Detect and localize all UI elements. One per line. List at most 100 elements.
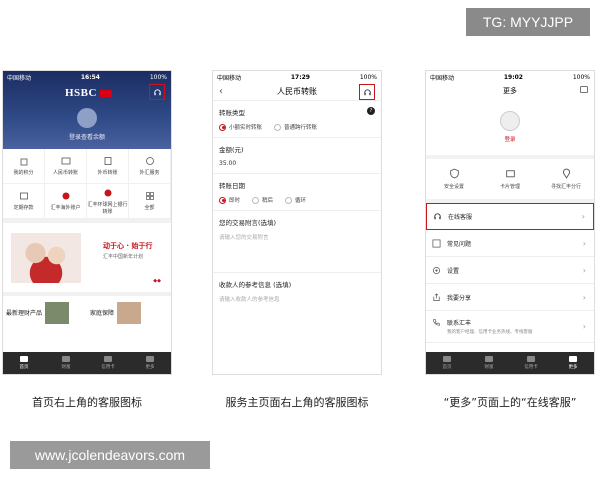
remark-input[interactable]: 请输入您的交易附言 xyxy=(219,233,375,241)
phone-more-screen: 中国移动 19:02 100% 更多 登录 安全设置 卡片管理 寻找汇丰分行 在… xyxy=(425,70,595,375)
banner-subtitle: 汇丰中国新年计划 xyxy=(103,254,144,260)
grid-item-fx-service[interactable]: 外汇服务 xyxy=(129,149,171,184)
status-bar: 中国移动 19:02 100% xyxy=(426,71,594,83)
amount-label: 金额(元) xyxy=(219,146,244,154)
tab-wealth[interactable]: 财富 xyxy=(45,352,87,374)
caption-more: “更多”页面上的“在线客服” xyxy=(443,396,577,409)
grid-label: 汇丰环球网上银行转账 xyxy=(87,201,128,215)
grid-item-rmb-transfer[interactable]: 人民币转账 xyxy=(45,149,87,184)
tab-bar: 首页 财富 信用卡 更多 xyxy=(426,352,594,374)
quick-label: 卡片管理 xyxy=(499,184,520,190)
headset-icon xyxy=(433,212,442,221)
radio-recurring[interactable]: 循环 xyxy=(285,196,306,204)
chart-icon xyxy=(62,356,70,362)
gear-icon xyxy=(432,266,441,275)
quick-label: 寻找汇丰分行 xyxy=(550,184,581,190)
page-title: 更多 xyxy=(503,87,517,95)
question-icon xyxy=(432,239,441,248)
menu-contact[interactable]: 联系汇丰 我的客户经理、信用卡业务热线、专线客服 › xyxy=(426,311,594,343)
chevron-right-icon: › xyxy=(582,322,586,331)
tab-wealth[interactable]: 财富 xyxy=(468,352,510,374)
tab-bar: 首页 财富 信用卡 更多 xyxy=(3,352,171,374)
login-link[interactable]: 登录 xyxy=(504,135,515,143)
grid-item-fx-transfer[interactable]: 外币转账 xyxy=(87,149,129,184)
more-icon xyxy=(569,356,577,362)
product-cards: 最新理财产品 家庭保障 xyxy=(3,296,171,329)
tab-home[interactable]: 首页 xyxy=(426,352,468,374)
radio-small-instant[interactable]: 小额实时转账 xyxy=(219,123,262,131)
radio-unchecked-icon xyxy=(252,196,260,204)
quick-branch[interactable]: 寻找汇丰分行 xyxy=(538,159,594,199)
grid-label: 全部 xyxy=(144,205,155,211)
tab-home[interactable]: 首页 xyxy=(3,352,45,374)
menu-settings[interactable]: 设置 › xyxy=(426,257,594,284)
tab-credit-card[interactable]: 信用卡 xyxy=(510,352,552,374)
tab-label: 首页 xyxy=(19,365,29,370)
tab-credit-card[interactable]: 信用卡 xyxy=(87,352,129,374)
card-thumb xyxy=(117,301,142,324)
grid-label: 外汇服务 xyxy=(139,170,160,176)
avatar[interactable] xyxy=(77,108,97,128)
radio-interbank[interactable]: 普通跨行转账 xyxy=(274,123,317,131)
radio-checked-icon xyxy=(219,196,226,204)
reference-input[interactable]: 请输入收款人的参考信息 xyxy=(219,295,375,303)
grid-item-overseas[interactable]: 汇丰海外账户 xyxy=(45,184,87,219)
amount-field[interactable]: 35.00 xyxy=(219,160,375,167)
tab-label: 首页 xyxy=(442,365,452,370)
chevron-right-icon: › xyxy=(582,238,586,248)
battery: 100% xyxy=(572,73,590,81)
tab-more[interactable]: 更多 xyxy=(129,352,171,374)
avatar[interactable] xyxy=(500,111,520,131)
bag-icon xyxy=(20,158,27,166)
radio-label: 循环 xyxy=(295,198,307,204)
promo-banner[interactable]: 动于心 · 始于行 汇丰中国新年计划 ◆◆ xyxy=(3,223,171,296)
phone-home-screen: 中国移动 16:54 100% HSBC 登录查看余额 我的积分 人民币转账 外… xyxy=(2,70,172,375)
grid-label: 汇丰海外账户 xyxy=(50,205,81,211)
grid-item-global-transfer[interactable]: 汇丰环球网上银行转账 xyxy=(87,184,129,219)
chevron-right-icon: › xyxy=(581,212,585,221)
exchange-icon xyxy=(145,157,154,165)
quick-security[interactable]: 安全设置 xyxy=(426,159,482,199)
banner-title: 动于心 · 始于行 xyxy=(103,242,153,250)
radio-later[interactable]: 稍后 xyxy=(252,196,273,204)
caption-home: 首页右上角的客服图标 xyxy=(32,396,142,409)
contact-description: 我的客户经理、信用卡业务热线、专线客服 xyxy=(447,330,533,335)
menu-share[interactable]: 我要分享 › xyxy=(426,284,594,311)
grid-item-deposit[interactable]: 定期存款 xyxy=(3,184,45,219)
back-chevron-icon[interactable]: ‹ xyxy=(219,86,223,97)
tab-label: 更多 xyxy=(145,365,155,370)
status-bar: 中国移动 17:29 100% xyxy=(213,71,381,83)
card-wealth-products[interactable]: 最新理财产品 xyxy=(3,296,87,329)
radio-label: 普通跨行转账 xyxy=(284,125,318,131)
login-view-balance[interactable]: 登录查看余额 xyxy=(3,132,171,141)
help-icon[interactable]: ? xyxy=(367,107,375,115)
customer-service-headset-button[interactable] xyxy=(359,84,375,100)
carrier: 中国移动 xyxy=(7,74,32,82)
menu-faq[interactable]: 常见问题 › xyxy=(426,230,594,257)
battery: 100% xyxy=(359,73,377,81)
card-label: 最新理财产品 xyxy=(6,310,43,317)
menu-online-service[interactable]: 在线客服 › xyxy=(426,203,594,230)
grid-item-all[interactable]: 全部 xyxy=(129,184,171,219)
quick-label: 安全设置 xyxy=(443,184,464,190)
grid-label: 我的积分 xyxy=(13,170,34,176)
quick-cards[interactable]: 卡片管理 xyxy=(482,159,538,199)
radio-unchecked-icon xyxy=(274,123,282,131)
status-bar: 中国移动 16:54 100% xyxy=(3,71,171,83)
clock: 16:54 xyxy=(80,73,100,81)
radio-immediate[interactable]: 即时 xyxy=(219,196,240,204)
message-icon[interactable] xyxy=(580,86,588,93)
chart-icon xyxy=(485,356,493,362)
banner-logo-icon: ◆◆ xyxy=(153,278,161,284)
customer-service-headset-button[interactable] xyxy=(149,84,165,100)
card-family-protection[interactable]: 家庭保障 xyxy=(87,296,171,329)
grid-label: 定期存款 xyxy=(13,205,34,211)
grid-item-points[interactable]: 我的积分 xyxy=(3,149,45,184)
hsbc-logo: HSBC xyxy=(65,87,112,99)
tab-more[interactable]: 更多 xyxy=(552,352,594,374)
nav-bar: 更多 xyxy=(426,83,594,99)
hsbc-logo-text: HSBC xyxy=(65,87,97,99)
radio-label: 稍后 xyxy=(262,198,274,204)
radio-label: 即时 xyxy=(229,198,241,204)
watermark-bottom-left: www.jcolendeavors.com xyxy=(10,441,210,469)
